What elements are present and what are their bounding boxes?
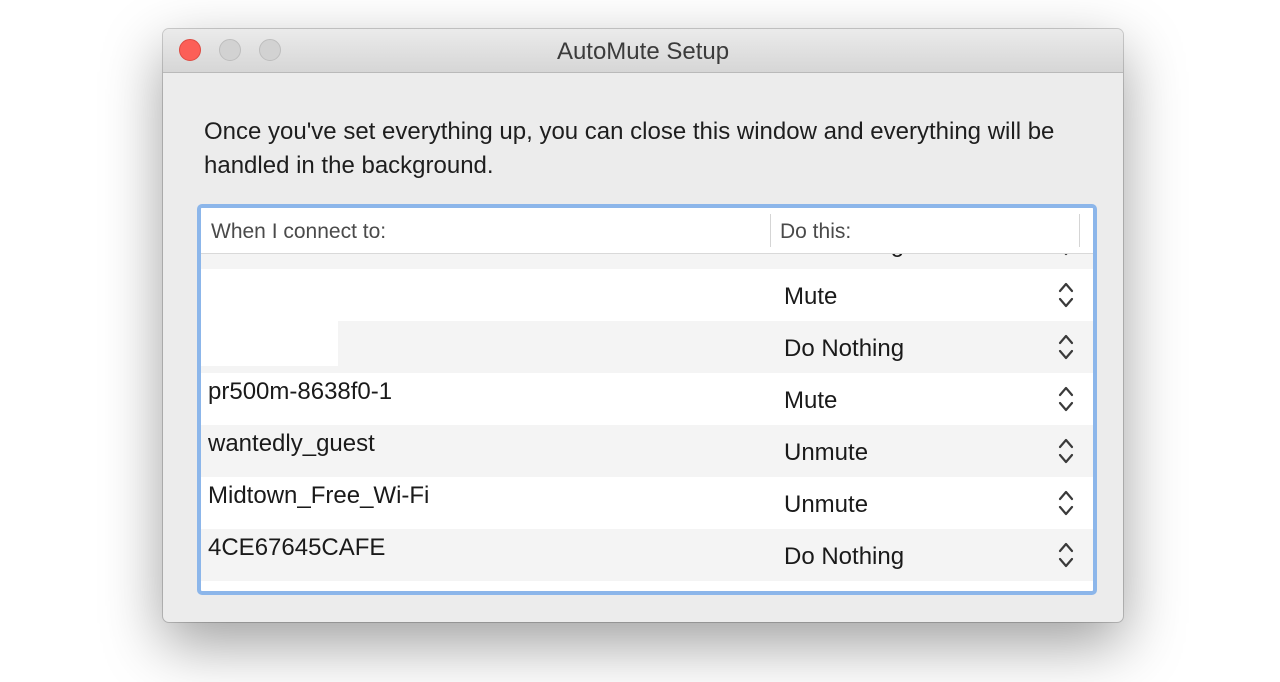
column-divider[interactable]: [770, 214, 771, 247]
setup-instructions: Once you've set everything up, you can c…: [204, 118, 1055, 179]
action-select[interactable]: Do Nothing: [784, 332, 904, 366]
column-divider[interactable]: [1079, 214, 1080, 247]
chevron-up-down-icon[interactable]: [1057, 254, 1075, 258]
network-name: pr500m-8638f0-1: [208, 378, 393, 405]
table-row[interactable]: 4CE67645CAFE Do Nothing: [201, 529, 1093, 581]
title-bar[interactable]: AutoMute Setup: [163, 29, 1123, 73]
table-row[interactable]: Do Nothing: [201, 321, 1093, 373]
action-select[interactable]: Do Nothing: [784, 254, 904, 262]
action-select[interactable]: Mute: [784, 280, 837, 314]
network-rules-table[interactable]: When I connect to: Do this: Do Nothing M…: [197, 204, 1097, 595]
chevron-up-down-icon[interactable]: [1057, 332, 1075, 362]
chevron-up-down-icon[interactable]: [1057, 436, 1075, 466]
column-header-connect[interactable]: When I connect to:: [211, 208, 386, 253]
column-header-action[interactable]: Do this:: [780, 208, 851, 253]
chevron-up-down-icon[interactable]: [1057, 488, 1075, 518]
network-name: wantedly_guest: [208, 430, 375, 457]
chevron-up-down-icon[interactable]: [1057, 540, 1075, 570]
table-row[interactable]: wantedly_guest Unmute: [201, 425, 1093, 477]
table-header: When I connect to: Do this:: [201, 208, 1093, 254]
window-title: AutoMute Setup: [556, 38, 730, 65]
action-select[interactable]: Unmute: [784, 436, 868, 470]
network-name: Midtown_Free_Wi-Fi: [208, 482, 430, 509]
action-select[interactable]: Mute: [784, 384, 837, 418]
network-name: 4CE67645CAFE: [208, 534, 386, 561]
automute-setup-window: AutoMute Setup Once you've set everythin…: [163, 29, 1123, 622]
redacted-network-name: [201, 321, 338, 366]
chevron-up-down-icon[interactable]: [1057, 384, 1075, 414]
table-rows[interactable]: Do Nothing Mute Do Nothing: [201, 254, 1093, 591]
table-row[interactable]: Do Nothing: [201, 254, 1093, 269]
action-select[interactable]: Do Nothing: [784, 540, 904, 574]
action-select[interactable]: Unmute: [784, 488, 868, 522]
table-row[interactable]: Mute: [201, 269, 1093, 321]
chevron-up-down-icon[interactable]: [1057, 280, 1075, 310]
table-row[interactable]: pr500m-8638f0-1 Mute: [201, 373, 1093, 425]
table-row[interactable]: Midtown_Free_Wi-Fi Unmute: [201, 477, 1093, 529]
